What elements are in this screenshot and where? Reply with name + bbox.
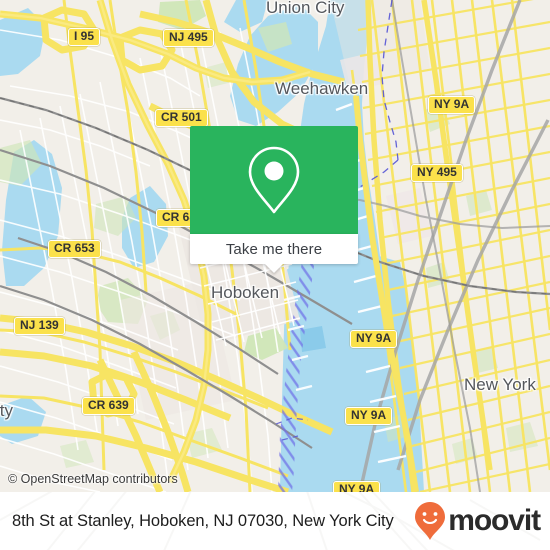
osm-attribution: © OpenStreetMap contributors [8, 472, 178, 486]
take-me-there-button[interactable]: Take me there [190, 234, 358, 273]
shield-i-95[interactable]: I 95 [68, 28, 101, 46]
moovit-logo: moovit [414, 501, 541, 541]
moovit-pin-smiley-icon [415, 502, 446, 540]
map-canvas[interactable]: Union City Weehawken Hoboken New York it… [0, 0, 550, 492]
map-pin-icon [248, 146, 300, 214]
shield-ny-9a-south[interactable]: NY 9A [345, 407, 393, 425]
shield-cr-639[interactable]: CR 639 [82, 397, 135, 415]
shield-ny-9a-north[interactable]: NY 9A [428, 96, 476, 114]
shield-nj-139[interactable]: NJ 139 [14, 317, 65, 335]
address-text: 8th St at Stanley, Hoboken, NJ 07030, Ne… [12, 511, 394, 530]
shield-ny-9a-clipped[interactable]: NY 9A [333, 481, 381, 492]
moovit-map-screenshot: Union City Weehawken Hoboken New York it… [0, 0, 550, 550]
shield-cr-501[interactable]: CR 501 [155, 109, 208, 127]
moovit-wordmark: moovit [448, 504, 541, 537]
shield-nj-495[interactable]: NJ 495 [163, 29, 214, 47]
shield-cr-653[interactable]: CR 653 [48, 240, 101, 258]
take-me-there-label: Take me there [225, 240, 323, 258]
shield-ny-495[interactable]: NY 495 [411, 164, 463, 182]
callout-pin-area [190, 126, 358, 234]
shield-ny-9a-mid[interactable]: NY 9A [350, 330, 398, 348]
location-callout-card[interactable]: Take me there [190, 126, 358, 273]
footer-bar: 8th St at Stanley, Hoboken, NJ 07030, Ne… [0, 492, 550, 550]
callout-tail [264, 263, 284, 273]
